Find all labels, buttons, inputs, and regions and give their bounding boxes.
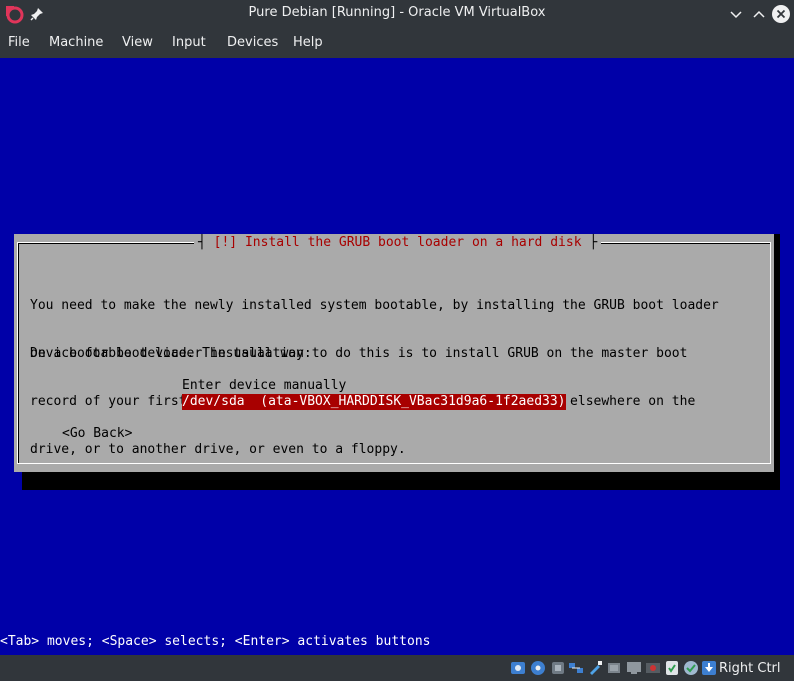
menu-file[interactable]: File — [8, 35, 30, 50]
keyboard-help-line: <Tab> moves; <Space> selects; <Enter> ac… — [0, 634, 431, 649]
grub-install-dialog: ┤ [!] Install the GRUB boot loader on a … — [14, 234, 774, 472]
display-icon[interactable] — [626, 660, 642, 676]
host-key-arrow-icon[interactable] — [701, 660, 717, 676]
menu-devices[interactable]: Devices — [227, 35, 278, 50]
menu-view[interactable]: View — [122, 35, 153, 50]
menu-bar: File Machine View Input Devices Help — [0, 28, 794, 58]
optical-drive-icon[interactable] — [530, 660, 546, 676]
maximize-icon[interactable] — [749, 4, 769, 24]
hard-disk-icon[interactable] — [510, 660, 526, 676]
status-bar: Right Ctrl — [0, 655, 794, 681]
dialog-title-prefix: [!] — [213, 235, 238, 250]
audio-icon[interactable] — [550, 660, 566, 676]
keyboard-capture-icon[interactable] — [683, 660, 699, 676]
close-icon[interactable] — [771, 4, 791, 24]
menu-help[interactable]: Help — [293, 35, 323, 50]
window-title: Pure Debian [Running] - Oracle VM Virtua… — [248, 5, 546, 20]
menu-input[interactable]: Input — [172, 35, 206, 50]
network-icon[interactable] — [568, 660, 584, 676]
device-list: Enter device manually /dev/sda (ata-VBOX… — [182, 378, 566, 410]
guest-display[interactable]: ┤ [!] Install the GRUB boot loader on a … — [0, 58, 794, 655]
dialog-title: ┤ [!] Install the GRUB boot loader on a … — [194, 234, 602, 252]
minimize-icon[interactable] — [726, 4, 746, 24]
shared-folders-icon[interactable] — [606, 660, 622, 676]
device-option-manual[interactable]: Enter device manually — [182, 378, 566, 394]
mouse-integration-icon[interactable] — [664, 660, 680, 676]
go-back-button[interactable]: <Go Back> — [62, 426, 132, 442]
device-option-sda[interactable]: /dev/sda (ata-VBOX_HARDDISK_VBac31d9a6-1… — [182, 394, 566, 410]
device-prompt-label: Device for boot loader installation: — [30, 346, 312, 361]
menu-machine[interactable]: Machine — [49, 35, 103, 50]
dialog-title-text: Install the GRUB boot loader on a hard d… — [244, 235, 582, 250]
window-titlebar: Pure Debian [Running] - Oracle VM Virtua… — [0, 0, 794, 28]
video-capture-icon[interactable] — [645, 660, 661, 676]
body-line: drive, or to another drive, or even to a… — [30, 442, 406, 457]
body-line: You need to make the newly installed sys… — [30, 298, 719, 313]
host-key-label: Right Ctrl — [719, 661, 781, 676]
usb-icon[interactable] — [587, 660, 603, 676]
